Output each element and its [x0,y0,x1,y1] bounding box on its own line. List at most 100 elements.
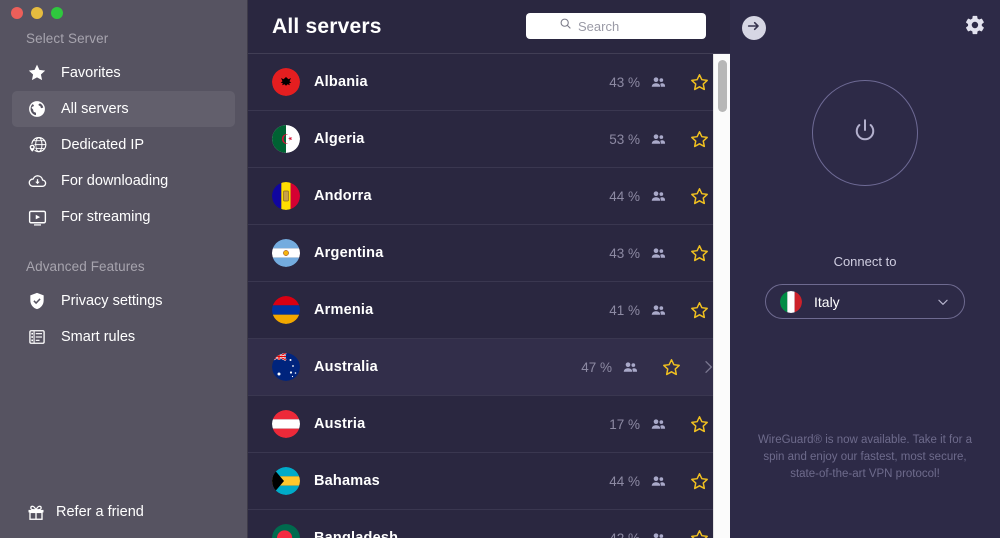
maximize-window-button[interactable] [51,7,63,19]
favorite-star-icon[interactable] [689,129,710,150]
country-selector[interactable]: Italy [765,284,965,319]
gear-icon [964,14,986,41]
country-name: Albania [314,74,368,90]
cloud-download-icon [26,170,48,192]
close-window-button[interactable] [11,7,23,19]
monitor-play-icon [26,206,48,228]
table-row[interactable]: Algeria 53 % [248,111,730,168]
rules-list-icon [26,326,48,348]
flag-argentina [272,239,300,267]
row-actions: 44 % [609,453,710,509]
favorite-star-icon[interactable] [689,528,710,538]
table-row[interactable]: Andorra 44 % [248,168,730,225]
favorite-star-icon[interactable] [689,243,710,264]
server-load: 44 % [609,473,640,489]
flag-albania [272,68,300,96]
sidebar-item-privacy-settings[interactable]: Privacy settings [12,283,235,319]
settings-button[interactable] [962,14,988,40]
country-name: Bahamas [314,473,380,489]
sidebar-item-for-downloading[interactable]: For downloading [12,163,235,199]
selected-country-label: Italy [814,293,840,310]
power-connect-button[interactable] [812,80,918,186]
window-traffic-lights [11,7,63,19]
sidebar-nav-advanced: Privacy settings Smart rules [0,283,247,355]
page-title: All servers [272,14,382,38]
server-load: 41 % [609,302,640,318]
server-load: 44 % [609,188,640,204]
flag-bangladesh [272,524,300,538]
row-actions: 43 % [609,54,710,110]
sidebar-item-label: Smart rules [61,329,136,345]
favorite-star-icon[interactable] [689,72,710,93]
server-load: 17 % [609,416,640,432]
row-actions: 47 % [581,339,716,395]
favorite-star-icon[interactable] [689,186,710,207]
row-actions: 53 % [609,111,710,167]
expand-panel-button[interactable] [742,16,766,40]
sidebar-nav-primary: Favorites All servers Dedicated IP For d… [0,55,247,235]
arrow-right-icon [746,18,762,39]
favorite-star-icon[interactable] [689,414,710,435]
users-icon [650,131,667,148]
sidebar-section-advanced-features: Advanced Features [26,259,145,274]
users-icon [650,245,667,262]
refer-a-friend-button[interactable]: Refer a friend [26,502,144,522]
connect-to-label: Connect to [833,254,897,269]
search-box[interactable] [526,13,706,39]
table-row[interactable]: Australia 47 % [248,339,730,396]
globe-icon [26,98,48,120]
shield-check-icon [26,290,48,312]
favorite-star-icon[interactable] [689,471,710,492]
sidebar: Select Server Favorites All servers Dedi… [0,0,248,538]
users-icon [650,74,667,91]
sidebar-item-favorites[interactable]: Favorites [12,55,235,91]
server-list[interactable]: Albania 43 % Algeria 53 % Andorra 44 % A… [248,54,730,538]
country-name: Australia [314,359,378,375]
sidebar-item-for-streaming[interactable]: For streaming [12,199,235,235]
chevron-down-icon[interactable] [936,295,950,309]
server-list-scrollbar[interactable] [713,54,730,538]
row-actions: 17 % [609,396,710,452]
users-icon [650,473,667,490]
table-row[interactable]: Albania 43 % [248,54,730,111]
table-row[interactable]: Bahamas 44 % [248,453,730,510]
favorite-star-icon[interactable] [661,357,682,378]
flag-armenia [272,296,300,324]
flag-bahamas [272,467,300,495]
server-load: 53 % [609,131,640,147]
sidebar-item-all-servers[interactable]: All servers [12,91,235,127]
country-name: Andorra [314,188,372,204]
sidebar-item-label: Favorites [61,65,121,81]
row-actions: 42 % [609,510,710,538]
table-row[interactable]: Bangladesh 42 % [248,510,730,538]
users-icon [622,359,639,376]
star-icon [26,62,48,84]
power-icon [850,116,880,151]
users-icon [650,530,667,538]
table-row[interactable]: Argentina 43 % [248,225,730,282]
sidebar-item-dedicated-ip[interactable]: Dedicated IP [12,127,235,163]
minimize-window-button[interactable] [31,7,43,19]
server-list-panel: All servers Albania 43 % [248,0,730,538]
users-icon [650,416,667,433]
country-name: Bangladesh [314,530,399,538]
country-name: Algeria [314,131,365,147]
scrollbar-thumb[interactable] [718,60,727,112]
vpn-app-window: Select Server Favorites All servers Dedi… [0,0,1000,538]
globe-pin-icon [26,134,48,156]
favorite-star-icon[interactable] [689,300,710,321]
row-actions: 43 % [609,225,710,281]
server-load: 47 % [581,359,612,375]
table-row[interactable]: Austria 17 % [248,396,730,453]
search-input[interactable] [578,18,673,34]
sidebar-item-label: All servers [61,101,129,117]
gift-icon [26,502,46,522]
users-icon [650,302,667,319]
search-icon [559,17,572,35]
sidebar-item-label: For downloading [61,173,169,189]
refer-a-friend-label: Refer a friend [56,504,144,520]
users-icon [650,188,667,205]
table-row[interactable]: Armenia 41 % [248,282,730,339]
sidebar-section-select-server: Select Server [26,31,109,46]
sidebar-item-smart-rules[interactable]: Smart rules [12,319,235,355]
